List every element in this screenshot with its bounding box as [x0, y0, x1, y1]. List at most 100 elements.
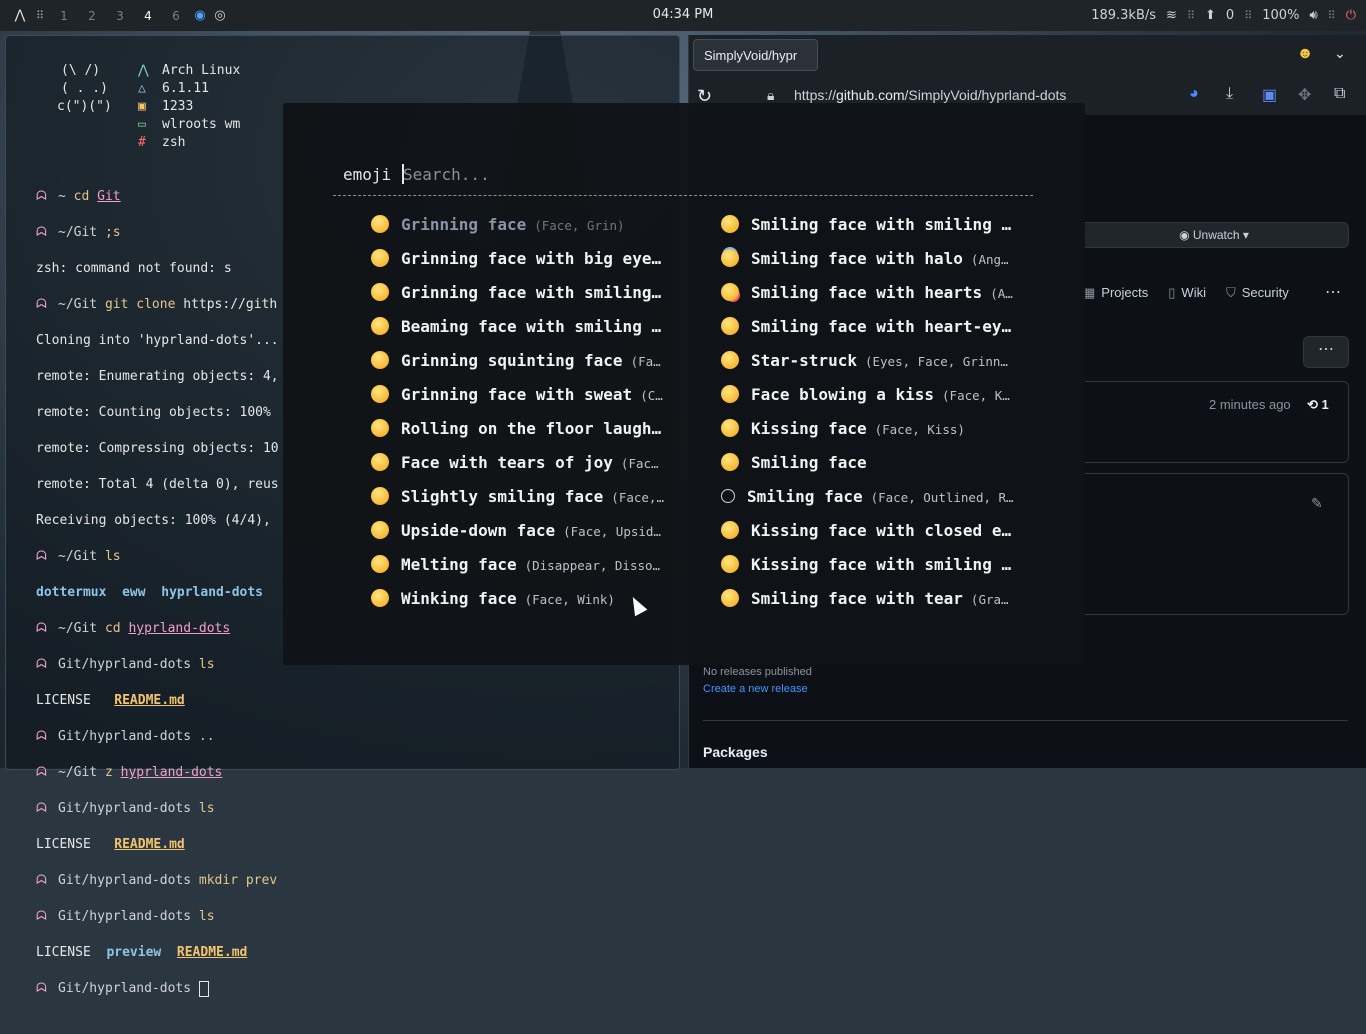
- list-item[interactable]: Kissing face (Face, Kiss): [721, 417, 1029, 451]
- url-field[interactable]: https://github.com/SimplyVoid/hyprland-d…: [794, 87, 1066, 103]
- halo-emoji-icon: [721, 248, 739, 267]
- workspace-3[interactable]: 3: [106, 9, 134, 23]
- slightly-smiling-emoji-icon: [371, 486, 389, 505]
- grinning-big-eyes-emoji-icon: [371, 248, 389, 267]
- list-item[interactable]: Grinning squinting face (Fa…: [371, 349, 679, 383]
- list-item[interactable]: Rolling on the floor laugh…: [371, 417, 679, 451]
- prompt-ghost-icon: ᗣ: [36, 873, 47, 888]
- top-status-bar: ⋀ ⠿ 1 2 3 4 6 ◉ ◎ 04:34 PM 189.3kB/s ≋ ⠿…: [0, 0, 1366, 31]
- battery-level: 100%: [1262, 8, 1300, 23]
- blowing-kiss-emoji-icon: [721, 384, 739, 403]
- kissing-smiling-eyes-emoji-icon: [721, 554, 739, 573]
- tears-of-joy-emoji-icon: [371, 452, 389, 471]
- updates-icon[interactable]: ⬆: [1205, 8, 1216, 23]
- more-options-button[interactable]: ⋯: [1303, 336, 1349, 368]
- volume-icon[interactable]: 🔊︎: [1309, 8, 1317, 23]
- arch-logo-icon[interactable]: ⋀: [10, 8, 30, 23]
- network-speed: 189.3kB/s: [1091, 8, 1157, 23]
- chevron-down-icon[interactable]: ⌄: [1334, 45, 1346, 62]
- emoji-list-right: Smiling face with smiling … Smiling face…: [721, 213, 1029, 621]
- terminal-output: ᗣ ~ cd Git ᗣ ~/Git ;s zsh: command not fou…: [36, 189, 279, 997]
- workspace-6[interactable]: 6: [162, 9, 190, 23]
- extension-icon[interactable]: ☻: [1294, 45, 1316, 67]
- rolling-floor-laughing-emoji-icon: [371, 418, 389, 437]
- grinning-face-emoji-icon: [371, 214, 389, 233]
- kernel-icon: △: [138, 81, 146, 96]
- list-item[interactable]: Kissing face with closed e…: [721, 519, 1029, 553]
- list-item[interactable]: Grinning face (Face, Grin): [371, 213, 679, 247]
- list-item[interactable]: Face with tears of joy (Fac…: [371, 451, 679, 485]
- clock[interactable]: 04:34 PM: [653, 7, 714, 22]
- bitwarden-icon[interactable]: ▣: [1262, 85, 1277, 105]
- tab-wiki[interactable]: ▯ Wiki: [1168, 285, 1206, 301]
- list-item[interactable]: Slightly smiling face (Face,…: [371, 485, 679, 519]
- search-input[interactable]: Search...: [403, 165, 490, 184]
- move-icon[interactable]: ✥: [1298, 85, 1311, 105]
- releases-empty-text: No releases published: [703, 666, 812, 678]
- workspace-2[interactable]: 2: [78, 9, 106, 23]
- kissing-closed-eyes-emoji-icon: [721, 520, 739, 539]
- list-item[interactable]: Smiling face with halo (Ang…: [721, 247, 1029, 281]
- smiling-tear-emoji-icon: [721, 588, 739, 607]
- list-item[interactable]: Star-struck (Eyes, Face, Grinn…: [721, 349, 1029, 383]
- outlined-smiling-face-icon: [721, 488, 735, 503]
- workspace-1[interactable]: 1: [50, 9, 78, 23]
- packages-heading: Packages: [703, 744, 768, 760]
- prompt-ghost-icon: ᗣ: [36, 297, 47, 312]
- list-item[interactable]: Upside-down face (Face, Upsid…: [371, 519, 679, 553]
- divider: [703, 720, 1348, 721]
- beaming-face-emoji-icon: [371, 316, 389, 335]
- star-struck-emoji-icon: [721, 350, 739, 369]
- account-icon[interactable]: ◕: [1189, 85, 1199, 103]
- neofetch-ascii-art: (\ /) ( . .) c(")("): [57, 63, 112, 114]
- prompt-ghost-icon: ᗣ: [36, 765, 47, 780]
- prompt-ghost-icon: ᗣ: [36, 549, 47, 564]
- list-item[interactable]: Smiling face with tear (Gra…: [721, 587, 1029, 621]
- pencil-icon[interactable]: ✎: [1311, 495, 1323, 512]
- emoji-list-left: Grinning face (Face, Grin) Grinning face …: [371, 213, 679, 621]
- grinning-squinting-emoji-icon: [371, 350, 389, 369]
- browser-tab[interactable]: SimplyVoid/hypr: [693, 39, 818, 71]
- prompt-ghost-icon: ᗣ: [36, 225, 47, 240]
- launcher-prompt: emoji: [343, 165, 392, 184]
- upside-down-emoji-icon: [371, 520, 389, 539]
- list-item[interactable]: Smiling face with heart-ey…: [721, 315, 1029, 349]
- workspace-4[interactable]: 4: [134, 9, 162, 23]
- package-icon: ▣: [138, 99, 146, 114]
- lock-icon[interactable]: 🔒︎: [767, 87, 774, 104]
- heart-eyes-emoji-icon: [721, 316, 739, 335]
- commit-time: 2 minutes ago: [1209, 397, 1291, 412]
- create-release-link[interactable]: Create a new release: [703, 683, 808, 695]
- grinning-sweat-emoji-icon: [371, 384, 389, 403]
- separator-dots-icon: ⠿: [1244, 9, 1253, 22]
- list-item[interactable]: Smiling face with hearts (A…: [721, 281, 1029, 315]
- separator-dots-icon: ⠿: [1186, 9, 1196, 22]
- list-item[interactable]: Grinning face with big eye…: [371, 247, 679, 281]
- extensions-puzzle-icon[interactable]: ⧉: [1334, 85, 1345, 103]
- tab-security[interactable]: ⛉ Security: [1226, 285, 1289, 301]
- browser-tray-icon[interactable]: ◉: [190, 8, 210, 23]
- list-item[interactable]: Grinning face with sweat (C…: [371, 383, 679, 417]
- list-item[interactable]: Smiling face with smiling …: [721, 213, 1029, 247]
- commit-history-link[interactable]: ⟲ 1: [1307, 397, 1329, 413]
- list-item[interactable]: Beaming face with smiling …: [371, 315, 679, 349]
- list-item[interactable]: Face blowing a kiss (Face, K…: [721, 383, 1029, 417]
- monitor-icon: ▭: [138, 117, 146, 132]
- unwatch-button[interactable]: ◉ Unwatch ▾: [1079, 222, 1349, 248]
- download-icon[interactable]: ⤓: [1226, 85, 1233, 103]
- list-item[interactable]: Kissing face with smiling …: [721, 553, 1029, 587]
- arch-icon: ⋀: [138, 63, 149, 78]
- tab-projects[interactable]: ▦ Projects: [1083, 285, 1148, 301]
- emoji-launcher: emoji Search... Grinning face (Face, Grin…: [283, 103, 1085, 665]
- wifi-icon[interactable]: ≋: [1166, 8, 1177, 23]
- list-item[interactable]: Smiling face: [721, 451, 1029, 485]
- more-icon[interactable]: ⋯: [1325, 282, 1341, 302]
- separator-dots-icon: ⠿: [1327, 9, 1336, 22]
- prompt-ghost-icon: ᗣ: [36, 621, 47, 636]
- list-item[interactable]: Grinning face with smiling…: [371, 281, 679, 315]
- steam-tray-icon[interactable]: ◎: [210, 8, 230, 23]
- apps-grid-icon[interactable]: ⠿: [30, 9, 50, 22]
- list-item[interactable]: Smiling face (Face, Outlined, R…: [721, 485, 1029, 519]
- power-icon[interactable]: ⏻: [1346, 8, 1356, 23]
- list-item[interactable]: Melting face (Disappear, Disso…: [371, 553, 679, 587]
